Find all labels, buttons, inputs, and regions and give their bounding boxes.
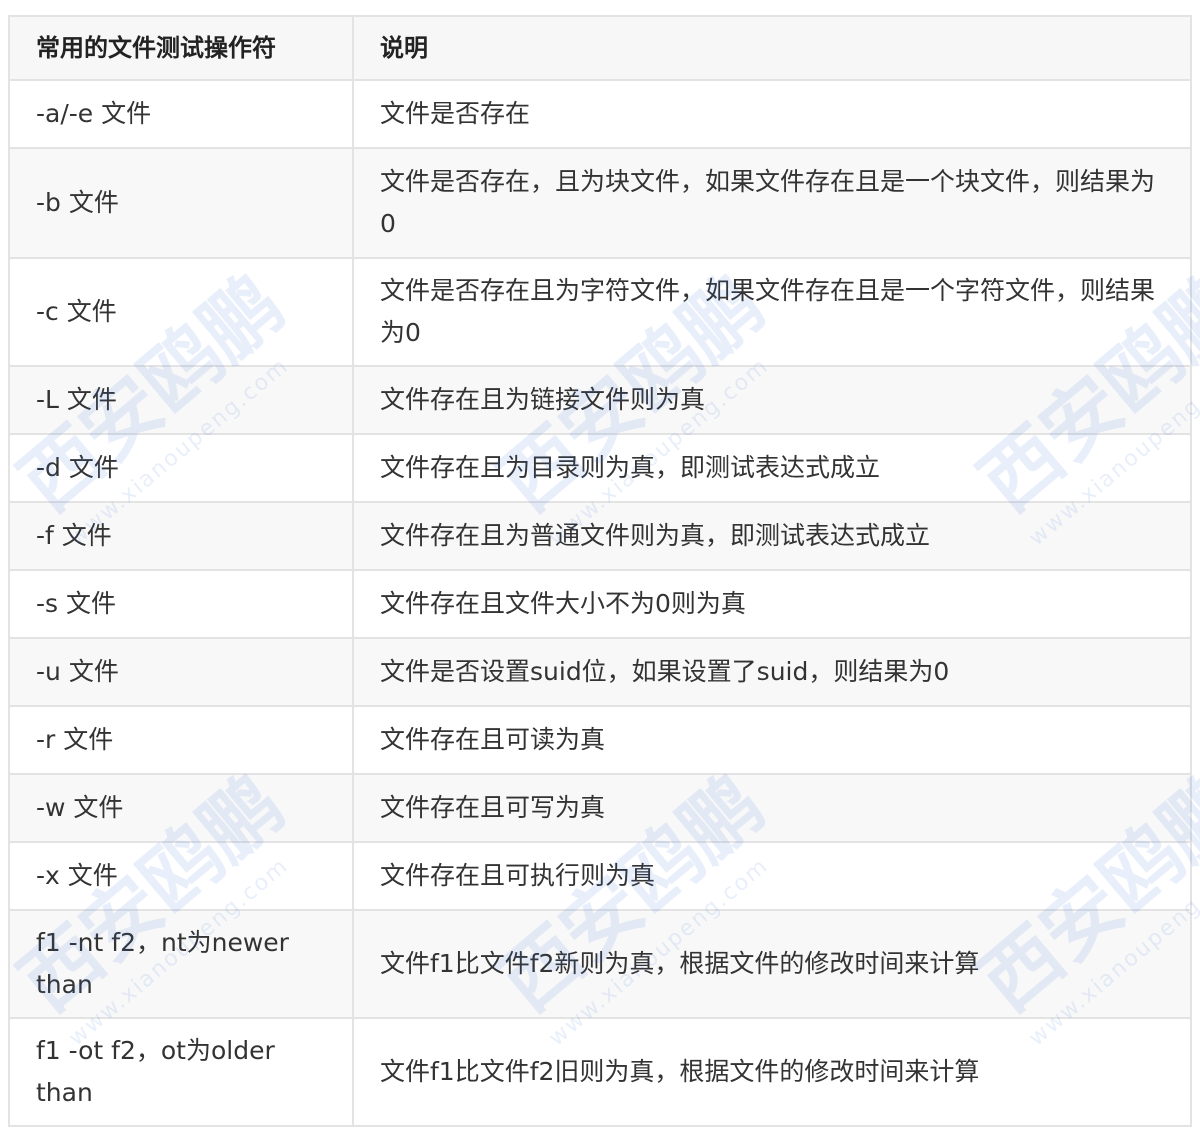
operator-cell: f1 -nt f2，nt为newer than bbox=[8, 909, 354, 1019]
operator-cell: -d 文件 bbox=[8, 433, 354, 503]
description-cell: 文件是否存在 bbox=[352, 79, 1192, 149]
header-description: 说明 bbox=[352, 15, 1192, 81]
operator-cell: -x 文件 bbox=[8, 841, 354, 911]
description-cell: 文件存在且为链接文件则为真 bbox=[352, 365, 1192, 435]
table-row: -f 文件 文件存在且为普通文件则为真，即测试表达式成立 bbox=[8, 501, 1192, 571]
operator-cell: -f 文件 bbox=[8, 501, 354, 571]
description-cell: 文件存在且可写为真 bbox=[352, 773, 1192, 843]
table-row: -L 文件 文件存在且为链接文件则为真 bbox=[8, 365, 1192, 435]
operator-cell: f1 -ot f2，ot为older than bbox=[8, 1017, 354, 1127]
operator-cell: -b 文件 bbox=[8, 147, 354, 259]
header-operator: 常用的文件测试操作符 bbox=[8, 15, 354, 81]
operator-cell: -L 文件 bbox=[8, 365, 354, 435]
table-row: -a/-e 文件 文件是否存在 bbox=[8, 79, 1192, 149]
description-cell: 文件是否设置suid位，如果设置了suid，则结果为0 bbox=[352, 637, 1192, 707]
description-cell: 文件是否存在且为字符文件，如果文件存在且是一个字符文件，则结果为0 bbox=[352, 257, 1192, 367]
table-row: -b 文件 文件是否存在，且为块文件，如果文件存在且是一个块文件，则结果为0 bbox=[8, 147, 1192, 259]
table-row: f1 -nt f2，nt为newer than 文件f1比文件f2新则为真，根据… bbox=[8, 909, 1192, 1019]
operator-cell: -a/-e 文件 bbox=[8, 79, 354, 149]
description-cell: 文件存在且为目录则为真，即测试表达式成立 bbox=[352, 433, 1192, 503]
description-cell: 文件是否存在，且为块文件，如果文件存在且是一个块文件，则结果为0 bbox=[352, 147, 1192, 259]
description-cell: 文件存在且可读为真 bbox=[352, 705, 1192, 775]
table-row: -d 文件 文件存在且为目录则为真，即测试表达式成立 bbox=[8, 433, 1192, 503]
table-row: -w 文件 文件存在且可写为真 bbox=[8, 773, 1192, 843]
description-cell: 文件f1比文件f2新则为真，根据文件的修改时间来计算 bbox=[352, 909, 1192, 1019]
table-row: -s 文件 文件存在且文件大小不为0则为真 bbox=[8, 569, 1192, 639]
operator-cell: -w 文件 bbox=[8, 773, 354, 843]
table-row: -c 文件 文件是否存在且为字符文件，如果文件存在且是一个字符文件，则结果为0 bbox=[8, 257, 1192, 367]
description-cell: 文件存在且可执行则为真 bbox=[352, 841, 1192, 911]
operator-cell: -s 文件 bbox=[8, 569, 354, 639]
operator-cell: -r 文件 bbox=[8, 705, 354, 775]
operator-cell: -u 文件 bbox=[8, 637, 354, 707]
description-cell: 文件f1比文件f2旧则为真，根据文件的修改时间来计算 bbox=[352, 1017, 1192, 1127]
operator-cell: -c 文件 bbox=[8, 257, 354, 367]
table-row: -u 文件 文件是否设置suid位，如果设置了suid，则结果为0 bbox=[8, 637, 1192, 707]
description-cell: 文件存在且文件大小不为0则为真 bbox=[352, 569, 1192, 639]
table-row: -r 文件 文件存在且可读为真 bbox=[8, 705, 1192, 775]
table-row: f1 -ot f2，ot为older than 文件f1比文件f2旧则为真，根据… bbox=[8, 1017, 1192, 1127]
description-cell: 文件存在且为普通文件则为真，即测试表达式成立 bbox=[352, 501, 1192, 571]
table-row: -x 文件 文件存在且可执行则为真 bbox=[8, 841, 1192, 911]
table-header-row: 常用的文件测试操作符 说明 bbox=[8, 15, 1192, 81]
file-test-operators-table: 常用的文件测试操作符 说明 -a/-e 文件 文件是否存在 -b 文件 文件是否… bbox=[8, 15, 1192, 1127]
